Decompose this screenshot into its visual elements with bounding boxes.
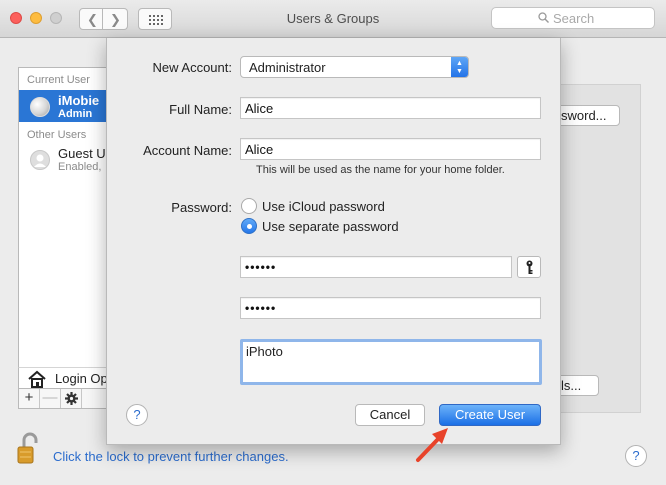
- radio-separate-password[interactable]: [241, 218, 257, 234]
- select-arrows-icon: ▲ ▼: [451, 57, 468, 77]
- radio-separate-label[interactable]: Use separate password: [262, 219, 399, 234]
- search-icon: [538, 12, 549, 23]
- help-button[interactable]: ?: [625, 445, 647, 467]
- radio-icloud-label[interactable]: Use iCloud password: [262, 199, 385, 214]
- annotation-arrow-icon: [416, 428, 448, 462]
- account-type-select[interactable]: Administrator ▲ ▼: [240, 56, 469, 78]
- password-hint-field[interactable]: iPhoto: [240, 339, 542, 385]
- password-label: Password:: [171, 200, 232, 215]
- login-options-label: Login Op: [55, 371, 108, 386]
- user-name: Guest U: [58, 146, 106, 161]
- action-menu-button[interactable]: [61, 389, 82, 408]
- window-titlebar: ❮ ❯ Users & Groups Search: [0, 0, 666, 38]
- lock-text[interactable]: Click the lock to prevent further change…: [53, 449, 289, 464]
- user-list-toolbar: + —: [18, 389, 111, 409]
- password-field[interactable]: ••••••: [240, 256, 512, 278]
- verify-password-field[interactable]: ••••••: [240, 297, 541, 319]
- user-row-imobie[interactable]: iMobie Admin: [19, 90, 111, 122]
- account-type-value: Administrator: [249, 60, 326, 75]
- house-icon: [28, 370, 46, 388]
- user-details-panel: [559, 84, 641, 413]
- new-account-label: New Account:: [152, 60, 233, 75]
- gear-icon: [64, 392, 78, 405]
- user-row-guest[interactable]: Guest U Enabled,: [19, 143, 111, 175]
- new-account-sheet: New Account: Administrator ▲ ▼ Full Name:…: [106, 38, 561, 445]
- user-status: Enabled,: [58, 161, 102, 173]
- account-name-label: Account Name:: [143, 143, 232, 158]
- radio-icloud-password[interactable]: [241, 198, 257, 214]
- search-field[interactable]: Search: [491, 7, 655, 29]
- user-role: Admin: [58, 108, 93, 120]
- key-icon: [526, 260, 533, 274]
- sheet-help-button[interactable]: ?: [126, 404, 148, 426]
- full-name-label: Full Name:: [169, 102, 232, 117]
- guest-avatar-icon: [30, 150, 50, 170]
- current-user-header: Current User: [27, 74, 90, 86]
- lock-open-icon[interactable]: [17, 432, 39, 464]
- user-list[interactable]: Current User iMobie Admin Other Users Gu…: [18, 67, 111, 368]
- login-options-item[interactable]: Login Op: [18, 367, 111, 389]
- search-placeholder: Search: [553, 11, 595, 26]
- create-user-button[interactable]: Create User: [439, 404, 541, 426]
- full-name-field[interactable]: Alice: [240, 97, 541, 119]
- add-user-button[interactable]: +: [19, 389, 40, 408]
- change-password-button[interactable]: sword...: [556, 105, 620, 126]
- avatar: [30, 97, 50, 117]
- account-name-hint: This will be used as the name for your h…: [256, 164, 505, 176]
- password-assistant-button[interactable]: [517, 256, 541, 278]
- other-users-header: Other Users: [27, 129, 87, 141]
- user-name: iMobie: [58, 93, 100, 108]
- parental-controls-button[interactable]: ls...: [556, 375, 599, 396]
- remove-user-button[interactable]: —: [40, 389, 61, 408]
- account-name-field[interactable]: Alice: [240, 138, 541, 160]
